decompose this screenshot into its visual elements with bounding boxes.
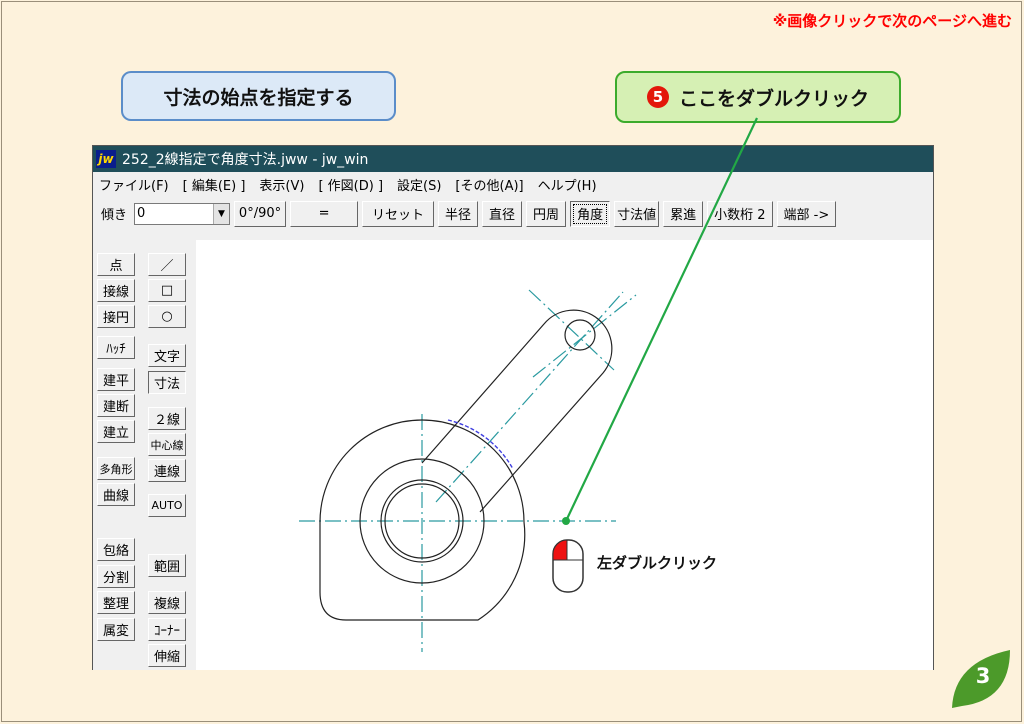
tilt-value: 0 bbox=[137, 206, 146, 221]
next-page-note[interactable]: ※画像クリックで次のページへ進む bbox=[773, 10, 1012, 31]
menu-bar: ファイル(F) [ 編集(E) ] 表示(V) [ 作図(D) ] 設定(S) … bbox=[93, 172, 933, 196]
tool-palette: 点 接線 接円 ﾊｯﾁ 建平 建断 建立 多角形 曲線 包絡 分割 整理 属変 … bbox=[93, 232, 196, 670]
tool-line[interactable]: ／ bbox=[148, 253, 186, 276]
cumulative-button[interactable]: 累進 bbox=[663, 200, 704, 227]
menu-settings[interactable]: 設定(S) bbox=[397, 175, 441, 194]
dimension-value-button[interactable]: 寸法値 bbox=[614, 200, 660, 227]
menu-help[interactable]: ヘルプ(H) bbox=[538, 175, 597, 194]
window-title: 252_2線指定で角度寸法.jww - jw_win bbox=[122, 152, 369, 168]
title-bar: jw 252_2線指定で角度寸法.jww - jw_win bbox=[93, 146, 933, 172]
drawing-canvas[interactable] bbox=[196, 240, 933, 670]
page-number: 3 bbox=[975, 664, 991, 688]
tool-tangent-circle[interactable]: 接円 bbox=[97, 305, 135, 328]
tool-range[interactable]: 範囲 bbox=[148, 554, 186, 577]
tool-point[interactable]: 点 bbox=[97, 253, 135, 276]
tool-elevation[interactable]: 建立 bbox=[97, 420, 135, 443]
radius-button[interactable]: 半径 bbox=[438, 200, 479, 227]
jw-win-window: jw 252_2線指定で角度寸法.jww - jw_win ファイル(F) [ … bbox=[92, 145, 934, 670]
step-number-badge: 5 bbox=[646, 86, 669, 108]
tool-circle[interactable]: ○ bbox=[148, 305, 186, 328]
tool-stretch[interactable]: 伸縮 bbox=[148, 644, 186, 667]
tool-curve[interactable]: 曲線 bbox=[97, 483, 135, 506]
tool-tangent-line[interactable]: 接線 bbox=[97, 279, 135, 302]
tool-divide[interactable]: 分割 bbox=[97, 565, 135, 588]
arm-hole bbox=[564, 319, 596, 351]
hole-centerline-a bbox=[528, 289, 615, 371]
tool-text[interactable]: 文字 bbox=[148, 344, 186, 367]
tool-plan[interactable]: 建平 bbox=[97, 368, 135, 391]
instruction-callout: 寸法の始点を指定する bbox=[121, 71, 396, 121]
tool-corner[interactable]: ｺｰﾅｰ bbox=[148, 618, 186, 641]
jw-app-icon: jw bbox=[96, 150, 116, 168]
arm-outline bbox=[421, 309, 613, 513]
tool-rectangle[interactable]: □ bbox=[148, 279, 186, 302]
tool-polygon[interactable]: 多角形 bbox=[97, 457, 135, 480]
chevron-down-icon[interactable]: ▼ bbox=[213, 203, 230, 224]
menu-draw[interactable]: [ 作図(D) ] bbox=[318, 175, 383, 194]
hole-centerline-b bbox=[532, 294, 637, 378]
tool-tidy[interactable]: 整理 bbox=[97, 591, 135, 614]
arm-centerline bbox=[435, 291, 624, 503]
tilt-label: 傾き bbox=[101, 208, 128, 223]
left-double-click-label: 左ダブルクリック bbox=[597, 554, 718, 572]
tool-section[interactable]: 建断 bbox=[97, 394, 135, 417]
circumference-button[interactable]: 円周 bbox=[526, 200, 567, 227]
step-callout: 5 ここをダブルクリック bbox=[615, 71, 901, 123]
diameter-button[interactable]: 直径 bbox=[482, 200, 523, 227]
tool-hatch[interactable]: ﾊｯﾁ bbox=[97, 336, 135, 359]
tool-centerline[interactable]: 中心線 bbox=[148, 433, 186, 456]
decimal-places-button[interactable]: 小数桁 2 bbox=[707, 200, 773, 227]
menu-file[interactable]: ファイル(F) bbox=[99, 175, 169, 194]
tool-offset[interactable]: 複線 bbox=[148, 591, 186, 614]
menu-other[interactable]: [その他(A)] bbox=[455, 175, 523, 194]
menu-view[interactable]: 表示(V) bbox=[259, 175, 304, 194]
angle-arc bbox=[447, 419, 514, 470]
instruction-text: 寸法の始点を指定する bbox=[163, 86, 354, 109]
menu-edit[interactable]: [ 編集(E) ] bbox=[183, 175, 246, 194]
tool-attribute-change[interactable]: 属変 bbox=[97, 618, 135, 641]
reset-button[interactable]: リセット bbox=[362, 200, 435, 227]
tool-auto[interactable]: AUTO bbox=[148, 494, 186, 517]
tool-envelope[interactable]: 包絡 bbox=[97, 538, 135, 561]
tool-continuous-line[interactable]: 連線 bbox=[148, 459, 186, 482]
angle-0-90-button[interactable]: 0°/90° bbox=[234, 200, 287, 227]
tool-double-line[interactable]: ２線 bbox=[148, 407, 186, 430]
angle-button[interactable]: 角度 bbox=[570, 200, 611, 227]
dimension-toolbar: 傾き 0 ▼ 0°/90° = リセット 半径 直径 円周 角度 寸法値 累進 … bbox=[93, 196, 933, 231]
equal-button[interactable]: = bbox=[290, 200, 359, 227]
tool-dimension[interactable]: 寸法 bbox=[148, 371, 186, 394]
step-text: ここをダブルクリック bbox=[678, 87, 869, 110]
end-type-button[interactable]: 端部 -> bbox=[776, 200, 837, 227]
tilt-select[interactable]: 0 ▼ bbox=[134, 202, 231, 225]
